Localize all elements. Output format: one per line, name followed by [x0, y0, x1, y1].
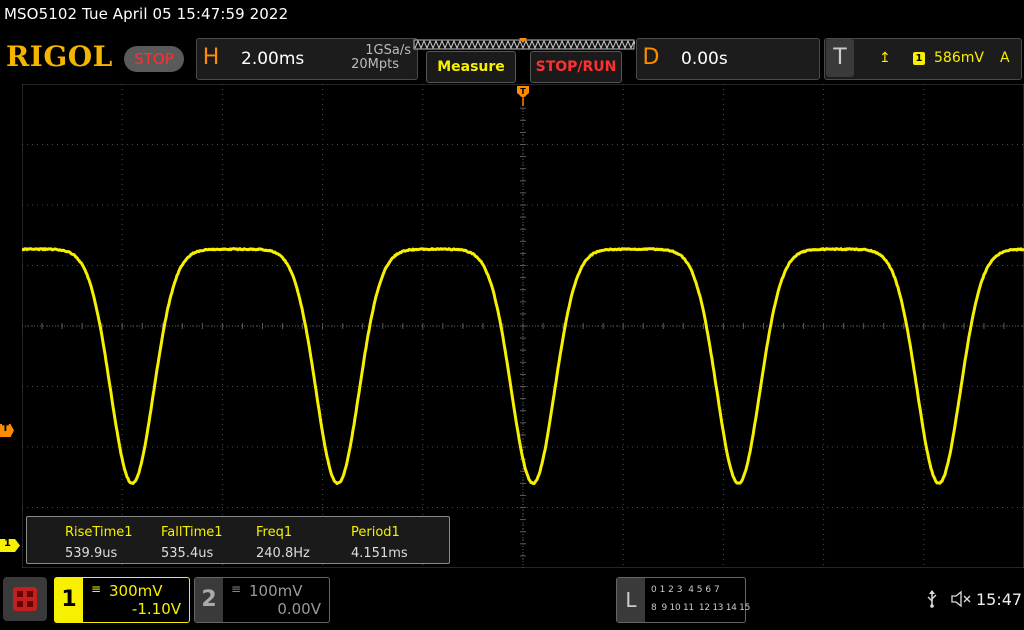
trigger-level-marker[interactable]: T	[0, 424, 14, 437]
clock-time: 15:47	[976, 590, 1022, 609]
channel2-number: 2	[195, 578, 223, 622]
grid-menu-icon	[13, 587, 37, 611]
channel1-offset: -1.10V	[132, 600, 181, 618]
logic-panel[interactable]: L 0 1 2 3 4 5 6 7 8 9 10 11 12 13 14 15	[616, 577, 746, 623]
measure-button[interactable]: Measure	[426, 51, 516, 83]
trigger-marker-letter: T	[2, 423, 9, 434]
dc-coupling-icon: ≡	[231, 582, 241, 596]
trigger-panel[interactable]: T ↥ 1 586mV A	[824, 38, 1022, 80]
channel1-panel[interactable]: 1 ≡ 300mV -1.10V	[54, 577, 190, 623]
menu-squares	[13, 587, 37, 611]
delay-value: 0.00s	[681, 49, 728, 69]
trigger-letter: T	[826, 39, 854, 77]
trigger-source-badge: 1	[913, 52, 925, 65]
channel2-panel[interactable]: 2 ≡ 100mV 0.00V	[194, 577, 330, 623]
sample-rate: 1GSa/s	[327, 44, 411, 58]
rising-edge-icon: ↥	[879, 50, 891, 66]
timebase-value: 2.00ms	[241, 49, 304, 69]
measure-label: RiseTime1	[65, 525, 133, 540]
measure-value: 535.4us	[161, 546, 213, 561]
channel2-offset: 0.00V	[277, 600, 321, 618]
run-state-badge[interactable]: STOP	[124, 46, 184, 72]
measure-label: FallTime1	[161, 525, 223, 540]
measure-value: 4.151ms	[351, 546, 408, 561]
horizontal-panel[interactable]: H 2.00ms 1GSa/s 20Mpts	[196, 38, 418, 80]
channel1-marker[interactable]: 1	[0, 539, 20, 552]
channel2-scale: 100mV	[249, 582, 303, 600]
trigger-position-marker: T	[517, 86, 529, 106]
trigger-level: 586mV	[934, 50, 984, 66]
logic-channels-row1: 0 1 2 3 4 5 6 7	[651, 585, 720, 595]
memory-depth: 20Mpts	[327, 58, 399, 72]
measurement-table[interactable]: RiseTime1 539.9us FallTime1 535.4us Freq…	[26, 516, 450, 564]
memory-overview-bar	[413, 37, 635, 51]
model-datetime: MSO5102 Tue April 05 15:47:59 2022	[4, 5, 288, 23]
measure-label: Freq1	[256, 525, 292, 540]
measure-label: Period1	[351, 525, 400, 540]
channel1-scale: 300mV	[109, 582, 163, 600]
delay-panel[interactable]: D 0.00s	[636, 38, 820, 80]
logic-letter: L	[617, 578, 645, 622]
stop-run-button[interactable]: STOP/RUN	[530, 51, 622, 83]
waveform-display[interactable]: T	[22, 84, 1024, 568]
menu-button[interactable]	[3, 577, 47, 621]
measure-value: 240.8Hz	[256, 546, 310, 561]
trigger-mode: A	[1000, 50, 1010, 66]
usb-icon	[926, 590, 938, 608]
rigol-logo: RIGOL	[6, 40, 113, 73]
measure-value: 539.9us	[65, 546, 117, 561]
logic-channels-row2: 8 9 10 11 12 13 14 15	[651, 603, 750, 613]
graticule	[22, 84, 1024, 568]
horizontal-letter: H	[197, 39, 225, 77]
channel1-number: 1	[55, 578, 83, 622]
speaker-muted-icon[interactable]	[950, 590, 972, 608]
svg-text:T: T	[520, 87, 526, 96]
channel1-marker-label: 1	[4, 538, 11, 549]
dc-coupling-icon: ≡	[91, 582, 100, 596]
delay-letter: D	[637, 39, 665, 77]
